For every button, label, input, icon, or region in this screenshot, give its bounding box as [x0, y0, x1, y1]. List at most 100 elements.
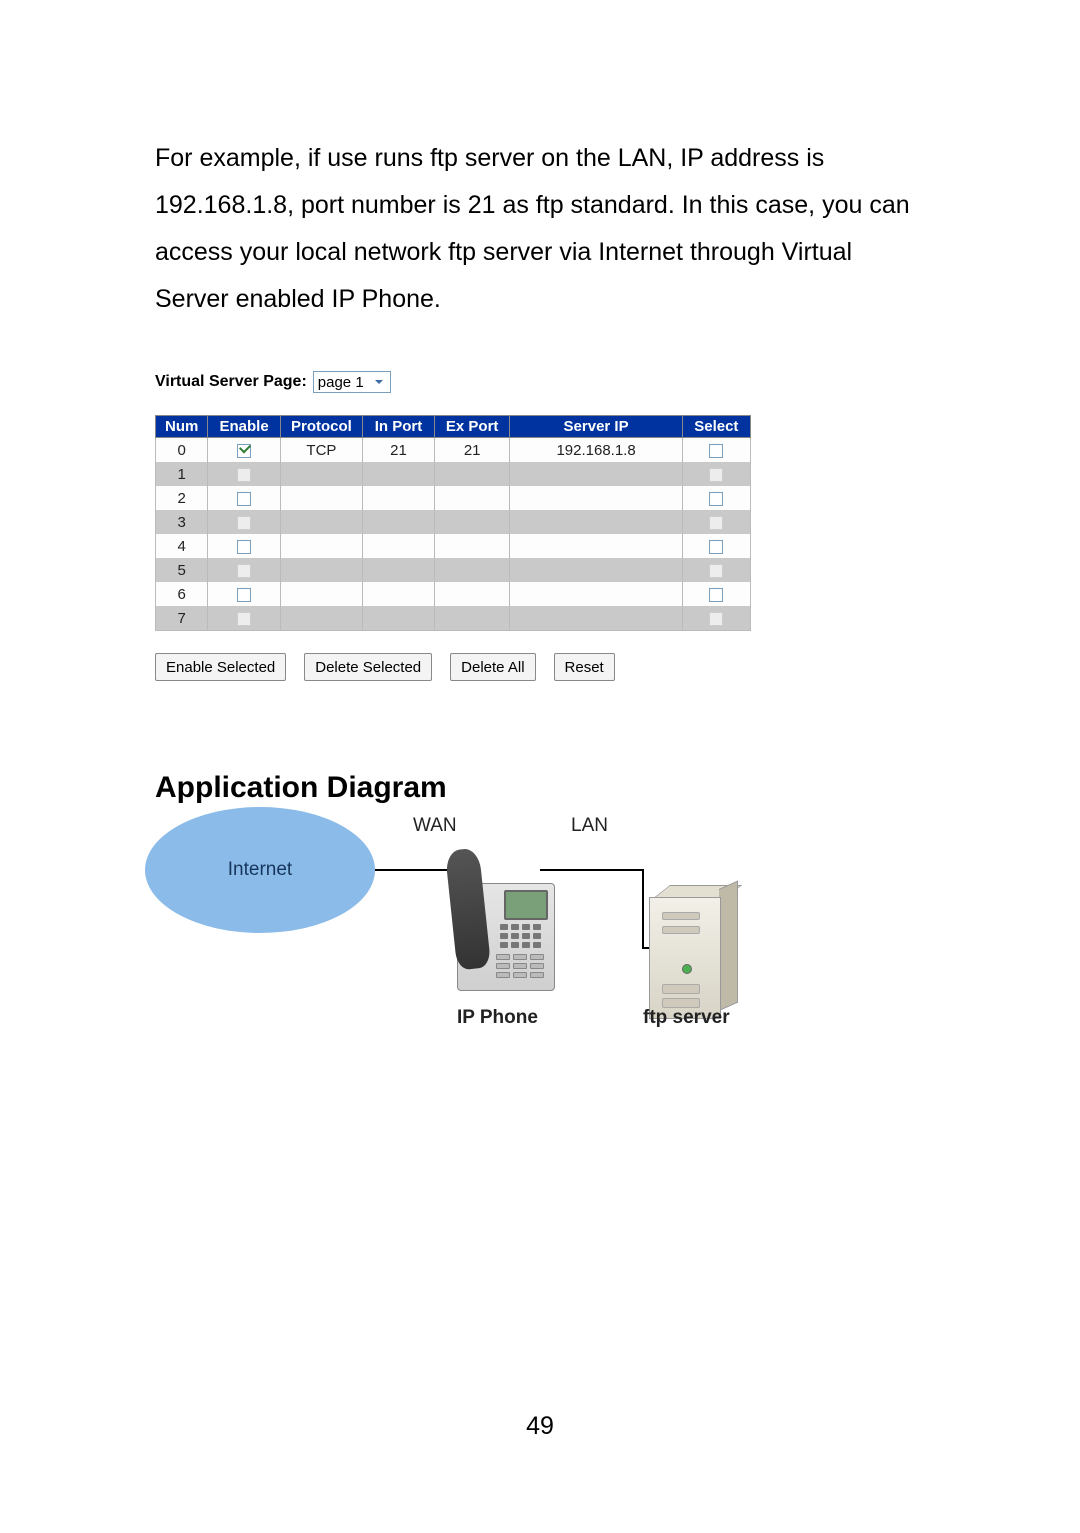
- enable-selected-button[interactable]: Enable Selected: [155, 653, 286, 681]
- enable-checkbox[interactable]: [237, 588, 251, 602]
- enable-checkbox[interactable]: [237, 540, 251, 554]
- cell-num: 4: [156, 534, 208, 558]
- th-server-ip: Server IP: [510, 416, 682, 438]
- th-num: Num: [156, 416, 208, 438]
- cell-server-ip: [510, 510, 682, 534]
- select-checkbox[interactable]: [709, 444, 723, 458]
- cell-in-port: [363, 462, 435, 486]
- internet-cloud: Internet: [145, 807, 375, 933]
- enable-checkbox[interactable]: [237, 564, 251, 578]
- cell-enable: [208, 486, 280, 510]
- table-row: 6: [156, 582, 751, 606]
- page-select[interactable]: page 1: [313, 371, 391, 393]
- lan-label: LAN: [571, 815, 608, 837]
- table-row: 5: [156, 558, 751, 582]
- cell-select: [682, 462, 750, 486]
- cell-num: 6: [156, 582, 208, 606]
- page-number: 49: [0, 1412, 1080, 1441]
- delete-all-button[interactable]: Delete All: [450, 653, 535, 681]
- internet-label: Internet: [228, 859, 292, 881]
- cell-server-ip: 192.168.1.8: [510, 438, 682, 463]
- enable-checkbox[interactable]: [237, 468, 251, 482]
- cell-num: 1: [156, 462, 208, 486]
- cell-protocol: TCP: [280, 438, 362, 463]
- cell-num: 5: [156, 558, 208, 582]
- th-select: Select: [682, 416, 750, 438]
- cell-ex-port: [434, 486, 510, 510]
- cell-enable: [208, 462, 280, 486]
- cell-enable: [208, 438, 280, 463]
- wan-label: WAN: [413, 815, 457, 837]
- cell-select: [682, 486, 750, 510]
- cell-in-port: [363, 558, 435, 582]
- ftp-server-icon: [649, 885, 737, 1017]
- virtual-server-table: Num Enable Protocol In Port Ex Port Serv…: [155, 415, 751, 631]
- th-enable: Enable: [208, 416, 280, 438]
- chevron-down-icon: [372, 375, 386, 389]
- cell-num: 3: [156, 510, 208, 534]
- cell-protocol: [280, 486, 362, 510]
- cell-server-ip: [510, 606, 682, 631]
- cell-enable: [208, 606, 280, 631]
- cell-select: [682, 558, 750, 582]
- ip-phone-icon: [457, 853, 553, 991]
- cell-server-ip: [510, 462, 682, 486]
- cell-enable: [208, 510, 280, 534]
- cell-select: [682, 510, 750, 534]
- select-checkbox[interactable]: [709, 564, 723, 578]
- reset-button[interactable]: Reset: [554, 653, 615, 681]
- cell-ex-port: [434, 582, 510, 606]
- cell-num: 2: [156, 486, 208, 510]
- delete-selected-button[interactable]: Delete Selected: [304, 653, 432, 681]
- ip-phone-label: IP Phone: [457, 1007, 538, 1029]
- cell-select: [682, 606, 750, 631]
- cell-enable: [208, 582, 280, 606]
- enable-checkbox[interactable]: [237, 612, 251, 626]
- cell-num: 7: [156, 606, 208, 631]
- cell-num: 0: [156, 438, 208, 463]
- cell-ex-port: 21: [434, 438, 510, 463]
- cell-protocol: [280, 462, 362, 486]
- cell-in-port: [363, 582, 435, 606]
- cell-select: [682, 534, 750, 558]
- ftp-server-label: ftp server: [643, 1007, 730, 1029]
- select-checkbox[interactable]: [709, 612, 723, 626]
- cell-in-port: [363, 486, 435, 510]
- lan-line: [540, 869, 642, 871]
- cell-protocol: [280, 606, 362, 631]
- table-row: 0TCP2121192.168.1.8: [156, 438, 751, 463]
- table-row: 1: [156, 462, 751, 486]
- select-checkbox[interactable]: [709, 540, 723, 554]
- cell-in-port: [363, 510, 435, 534]
- select-checkbox[interactable]: [709, 516, 723, 530]
- cell-select: [682, 438, 750, 463]
- cell-ex-port: [434, 510, 510, 534]
- application-diagram-heading: Application Diagram: [155, 771, 925, 805]
- lan-line-vertical: [642, 869, 644, 947]
- cell-enable: [208, 534, 280, 558]
- paragraph-text: For example, if use runs ftp server on t…: [155, 135, 925, 323]
- th-ex-port: Ex Port: [434, 416, 510, 438]
- cell-ex-port: [434, 534, 510, 558]
- cell-protocol: [280, 582, 362, 606]
- cell-protocol: [280, 558, 362, 582]
- th-protocol: Protocol: [280, 416, 362, 438]
- enable-checkbox[interactable]: [237, 444, 251, 458]
- cell-protocol: [280, 534, 362, 558]
- table-row: 2: [156, 486, 751, 510]
- th-in-port: In Port: [363, 416, 435, 438]
- select-checkbox[interactable]: [709, 588, 723, 602]
- enable-checkbox[interactable]: [237, 492, 251, 506]
- virtual-server-page-label: Virtual Server Page:: [155, 373, 307, 391]
- cell-in-port: [363, 606, 435, 631]
- cell-in-port: 21: [363, 438, 435, 463]
- select-checkbox[interactable]: [709, 468, 723, 482]
- enable-checkbox[interactable]: [237, 516, 251, 530]
- cell-in-port: [363, 534, 435, 558]
- select-checkbox[interactable]: [709, 492, 723, 506]
- page-select-value: page 1: [318, 374, 364, 391]
- cell-server-ip: [510, 582, 682, 606]
- cell-ex-port: [434, 462, 510, 486]
- cell-ex-port: [434, 606, 510, 631]
- cell-server-ip: [510, 558, 682, 582]
